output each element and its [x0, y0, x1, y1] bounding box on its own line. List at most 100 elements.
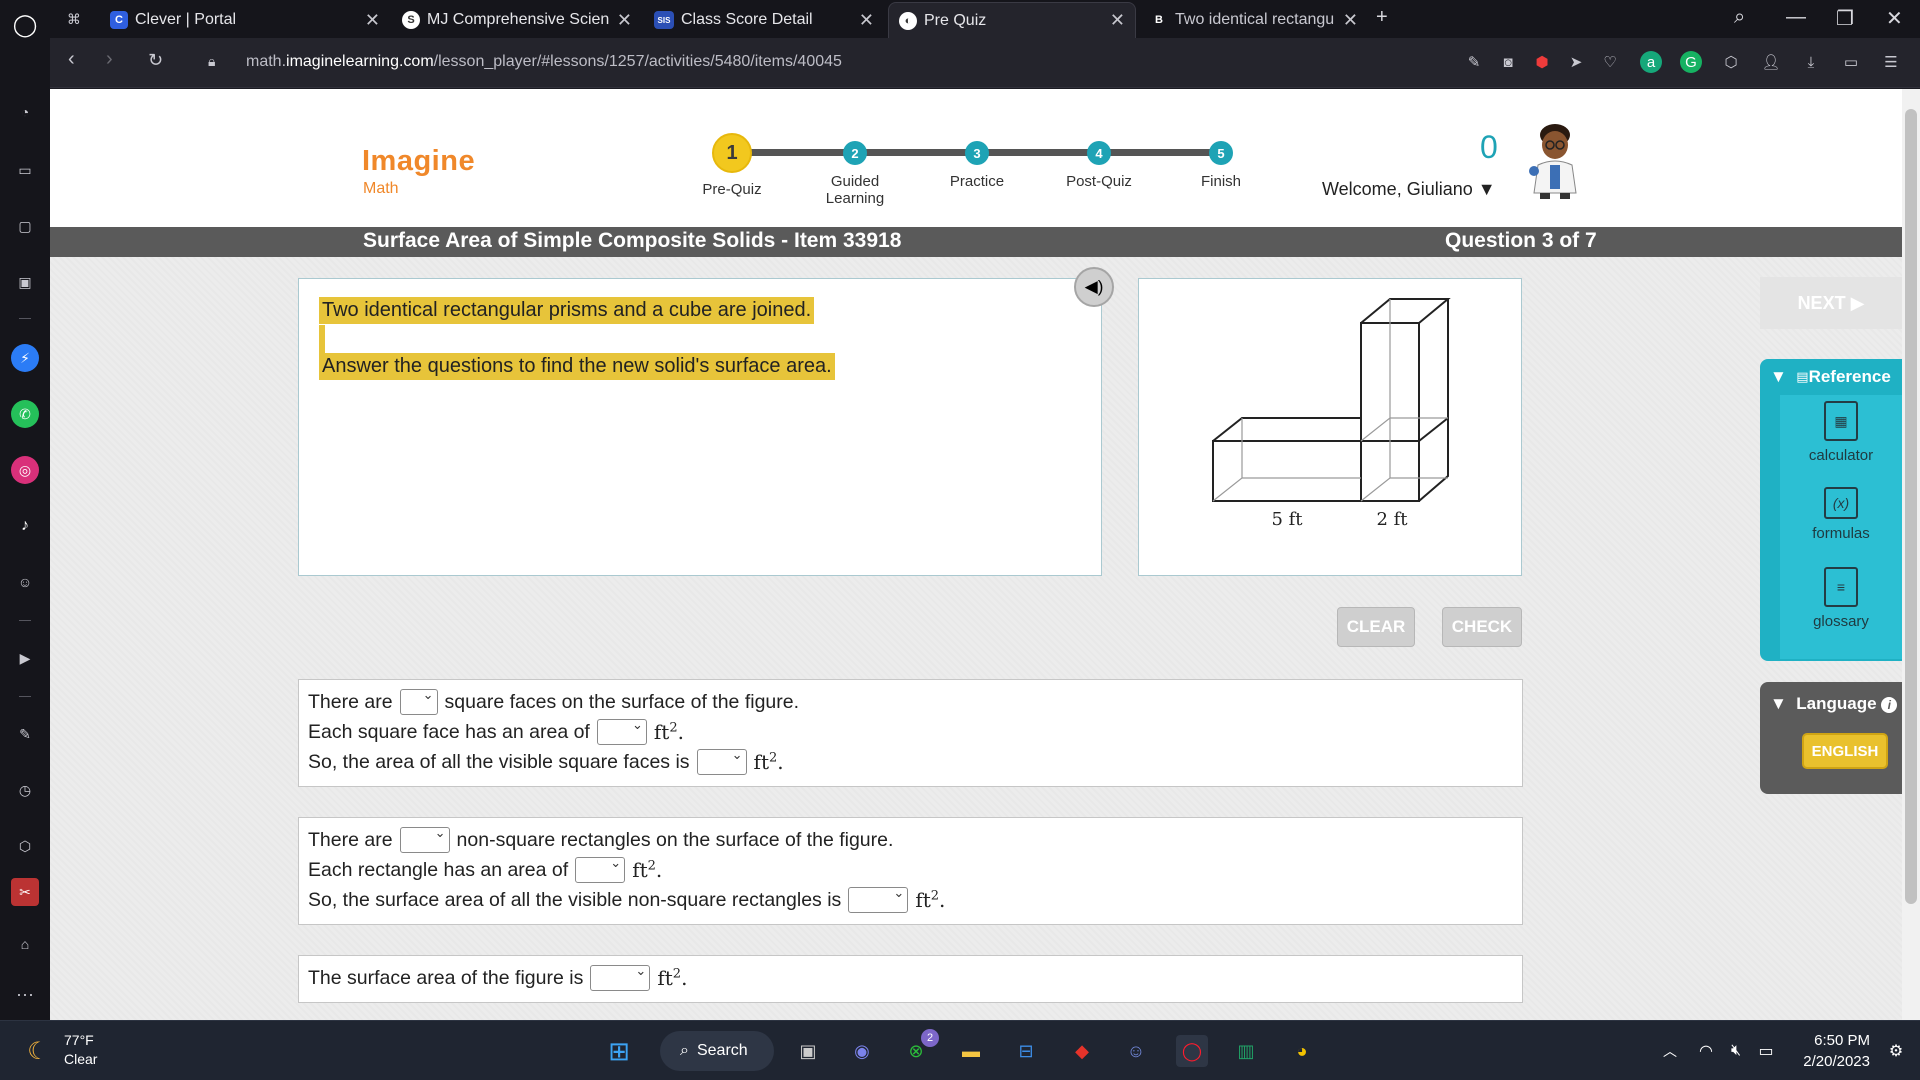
instagram-icon[interactable]: ◎: [11, 456, 39, 484]
close-icon[interactable]: ✕: [859, 10, 874, 31]
battery-tray-icon[interactable]: ▭: [1750, 1035, 1782, 1067]
chrome-icon[interactable]: ◕: [1286, 1035, 1318, 1067]
info-icon[interactable]: i: [1881, 697, 1898, 713]
task-view-icon[interactable]: ▣: [792, 1035, 824, 1067]
unit-ft2: ft2.: [653, 720, 684, 744]
spreadsheet-icon[interactable]: ▥: [1230, 1035, 1262, 1067]
calculator-tool[interactable]: ▦ calculator: [1780, 401, 1902, 464]
battery-icon[interactable]: ▭: [1840, 51, 1862, 73]
more-icon[interactable]: ···: [11, 980, 39, 1008]
pinned-app-icon[interactable]: ✂: [11, 878, 39, 906]
close-icon[interactable]: ✕: [365, 10, 380, 31]
amazon-assistant-icon[interactable]: a: [1640, 51, 1662, 73]
photos-icon[interactable]: ⌂: [11, 930, 39, 958]
url-field[interactable]: math.imaginelearning.com/lesson_player/#…: [246, 53, 842, 71]
q1-text-b: Each square face has an area of: [308, 720, 590, 743]
tab-two-identical[interactable]: B Two identical rectangular p ✕: [1140, 4, 1368, 36]
clear-button[interactable]: CLEAR: [1337, 607, 1415, 647]
discord-icon[interactable]: ☺: [11, 568, 39, 596]
whatsapp-icon[interactable]: ✆: [11, 400, 39, 428]
restore-icon[interactable]: ❐: [1836, 6, 1854, 31]
notifications-icon[interactable]: ⚙: [1880, 1035, 1912, 1067]
profile-icon[interactable]: 👤︎: [1760, 51, 1782, 73]
intro-panel: Two identical rectangular prisms and a c…: [298, 278, 1102, 576]
extension-cube-icon[interactable]: ⬡: [1720, 51, 1742, 73]
speed-dial-icon[interactable]: ◔: [11, 98, 39, 126]
adblock-icon[interactable]: ⬢: [1531, 51, 1553, 73]
extensions-icon[interactable]: ▣: [11, 268, 39, 296]
edit-icon[interactable]: ✎: [11, 720, 39, 748]
tab-clever[interactable]: C Clever | Portal ✕: [100, 4, 390, 36]
glossary-tool[interactable]: ≡ glossary: [1780, 567, 1902, 630]
q2-text-a2: non-square rectangles on the surface of …: [456, 828, 894, 851]
reload-icon[interactable]: ↻: [148, 50, 163, 71]
tab-pre-quiz[interactable]: ◐ Pre Quiz ✕: [888, 2, 1136, 38]
tab-science[interactable]: S MJ Comprehensive Science ✕: [392, 4, 642, 36]
store-icon[interactable]: ⊟: [1010, 1035, 1042, 1067]
send-icon[interactable]: ➤: [1565, 51, 1587, 73]
square-faces-count-select[interactable]: [399, 687, 438, 715]
formulas-tool[interactable]: (x) formulas: [1780, 487, 1902, 542]
rectangle-area-select[interactable]: [575, 855, 626, 883]
search-label: Search: [696, 1042, 748, 1059]
easy-setup-icon[interactable]: ☰: [1880, 51, 1902, 73]
close-icon[interactable]: ✕: [1343, 10, 1358, 31]
new-tab-icon[interactable]: +: [1376, 6, 1388, 29]
file-explorer-icon[interactable]: ▬: [955, 1035, 987, 1067]
audio-button[interactable]: ◀︎): [1074, 267, 1114, 307]
scrollbar-thumb[interactable]: [1905, 109, 1917, 904]
browser-sidebar: ◯ ◔ ▭ ▢ ▣ ⚡ ✆ ◎ ♪ ☺ ▶ ✎ ◷ ⬡ ✂ ⌂ ···: [0, 0, 50, 1020]
tab-class-score[interactable]: SIS Class Score Detail ✕: [644, 4, 884, 36]
volume-muted-icon[interactable]: 🔇︎: [1720, 1035, 1752, 1067]
sis-icon: SIS: [654, 11, 674, 29]
opera-taskbar-icon[interactable]: ◯: [1176, 1035, 1208, 1067]
rectangles-total-select[interactable]: [848, 885, 909, 913]
page-scrollbar[interactable]: [1902, 89, 1920, 1020]
player-icon[interactable]: ▶: [11, 644, 39, 672]
square-faces-total-select[interactable]: [696, 747, 747, 775]
back-icon[interactable]: ‹: [68, 48, 75, 71]
snap-icon[interactable]: ✎: [1463, 51, 1485, 73]
english-button[interactable]: ENGLISH: [1802, 733, 1888, 769]
tiktok-icon[interactable]: ♪: [11, 512, 39, 540]
clock[interactable]: 6:50 PM 2/20/2023: [1790, 1030, 1870, 1072]
step-4-dot: 4: [1087, 141, 1111, 165]
twitch-icon[interactable]: ▢: [11, 212, 39, 240]
moon-weather-icon[interactable]: ☾: [22, 1035, 54, 1067]
close-icon[interactable]: ✕: [1110, 10, 1125, 31]
minimize-icon[interactable]: —: [1786, 6, 1806, 29]
briefcase-icon[interactable]: ▭: [11, 156, 39, 184]
close-icon[interactable]: ✕: [617, 10, 632, 31]
wifi-icon[interactable]: ◠: [1690, 1035, 1722, 1067]
q1-line-3: So, the area of all the visible square f…: [308, 747, 784, 775]
welcome-menu[interactable]: Welcome, Giuliano ▼: [1322, 179, 1496, 200]
total-surface-area-select[interactable]: [590, 963, 651, 991]
unit-ft2: ft2.: [632, 858, 663, 882]
next-button[interactable]: NEXT ▶: [1760, 277, 1902, 329]
app-red-icon[interactable]: ◆: [1066, 1035, 1098, 1067]
square-face-area-select[interactable]: [596, 717, 647, 745]
history-icon[interactable]: ◷: [11, 776, 39, 804]
close-window-icon[interactable]: ✕: [1886, 6, 1903, 31]
start-icon[interactable]: ⊞: [603, 1035, 635, 1067]
cube-icon[interactable]: ⬡: [11, 832, 39, 860]
camera-icon[interactable]: ◙: [1497, 51, 1519, 73]
search-tabs-icon[interactable]: ⌕: [1734, 6, 1745, 29]
rectangles-count-select[interactable]: [399, 825, 450, 853]
taskbar-search[interactable]: ⌕ Search: [660, 1031, 774, 1071]
teams-icon[interactable]: ◉: [846, 1035, 878, 1067]
download-icon[interactable]: ⤓: [1800, 51, 1822, 73]
tray-chevron-icon[interactable]: ︿: [1654, 1035, 1686, 1067]
weather-widget[interactable]: 77°F Clear: [64, 1031, 97, 1069]
language-toggle[interactable]: ▼ Language i: [1770, 694, 1898, 714]
forward-icon[interactable]: ›: [106, 48, 113, 71]
gamepad-icon[interactable]: ⌘: [60, 5, 88, 33]
discord-taskbar-icon[interactable]: ☺: [1120, 1035, 1152, 1067]
check-button[interactable]: CHECK: [1442, 607, 1522, 647]
opera-logo-icon[interactable]: ◯: [11, 11, 39, 39]
messenger-icon[interactable]: ⚡: [11, 344, 39, 372]
grammarly-icon[interactable]: G: [1680, 51, 1702, 73]
reference-toggle[interactable]: ▼ ▤ Reference: [1770, 359, 1902, 395]
lesson-titlebar: Surface Area of Simple Composite Solids …: [50, 227, 1902, 257]
heart-icon[interactable]: ♡: [1599, 51, 1621, 73]
